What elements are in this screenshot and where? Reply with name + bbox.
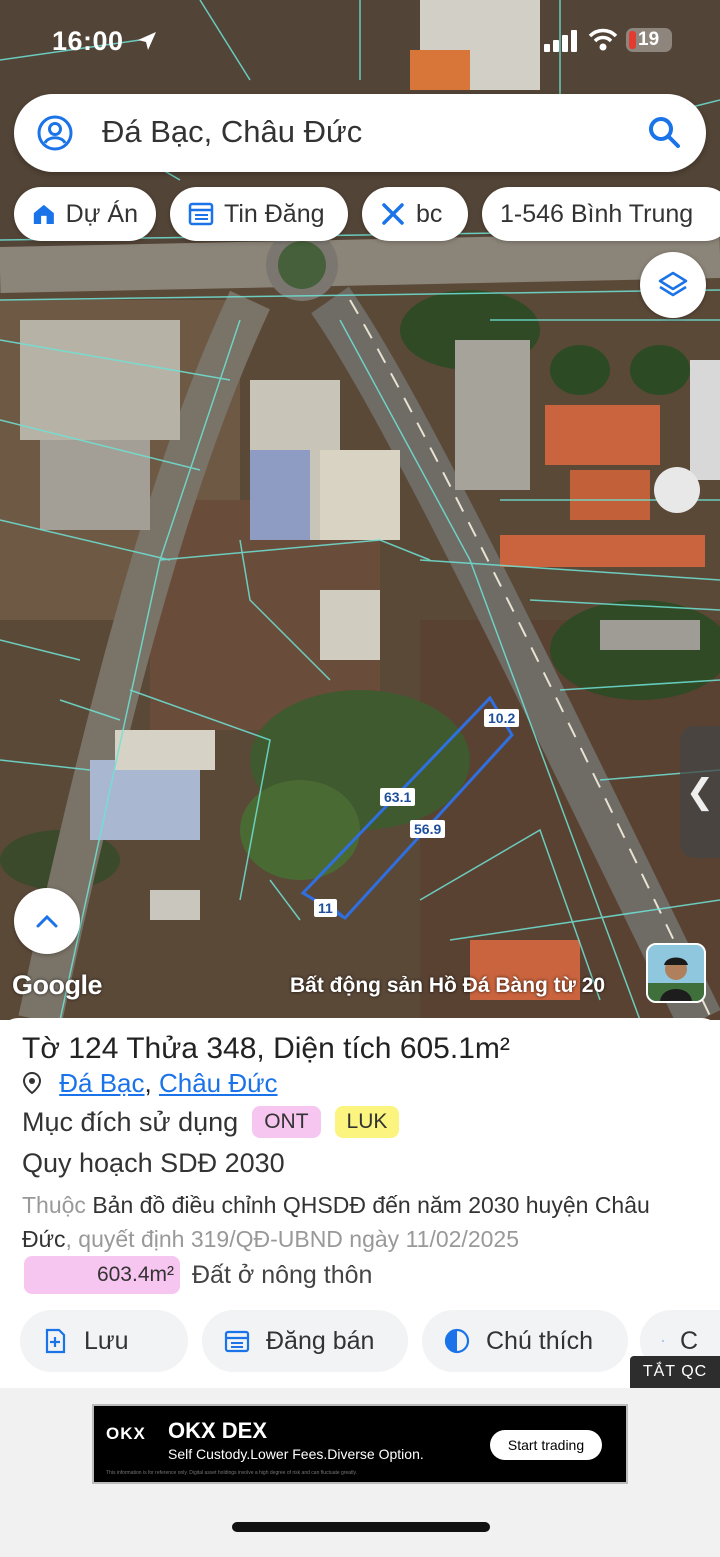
chip-label: Tin Đăng	[224, 199, 325, 228]
chip-label: Dự Án	[65, 199, 138, 228]
chip-address[interactable]: 1-546 Bình Trung	[482, 187, 720, 241]
area-label: Diện tích	[273, 1032, 392, 1065]
area-value: 605.1m²	[399, 1032, 510, 1065]
status-bar: 16:00 19	[0, 0, 720, 80]
usage-tag-ont[interactable]: ONT	[252, 1106, 321, 1138]
action-bar: Lưu Đăng bán Chú thích C	[20, 1310, 720, 1372]
filter-chips: Dự Án Tin Đăng bc 1-546 Bình Trung	[14, 187, 720, 241]
search-bar[interactable]: Đá Bạc, Châu Đức	[14, 94, 706, 172]
close-ad-button[interactable]: TẮT QC	[630, 1356, 720, 1388]
save-button[interactable]: Lưu	[20, 1310, 188, 1372]
chip-label: 1-546 Bình Trung	[500, 199, 694, 228]
chip-bc[interactable]: bc	[362, 187, 468, 241]
separator: ,	[256, 1032, 265, 1065]
plan-description: Thuộc Bản đồ điều chỉnh QHSDĐ đến năm 20…	[22, 1188, 702, 1256]
ad-banner[interactable]: OKX OKX DEX Self Custody.Lower Fees.Dive…	[92, 1404, 628, 1484]
lot-number: 348	[206, 1032, 257, 1065]
half-circle-icon	[444, 1328, 470, 1354]
legend-button[interactable]: Chú thích	[422, 1310, 628, 1372]
plan-decision: , quyết định 319/QĐ-UBND ngày 11/02/2025	[65, 1226, 519, 1252]
tools-icon	[382, 203, 404, 225]
usage-row: Mục đích sử dụng ONT LUK	[22, 1106, 400, 1138]
signal-icon	[544, 30, 577, 52]
avatar-image	[648, 945, 704, 1001]
post-sale-label: Đăng bán	[266, 1326, 375, 1355]
floating-dot-button[interactable]	[654, 467, 700, 513]
save-label: Lưu	[84, 1326, 129, 1355]
home-indicator[interactable]	[232, 1522, 490, 1532]
ad-subtitle: Self Custody.Lower Fees.Diverse Option.	[168, 1446, 424, 1462]
wifi-icon	[588, 28, 618, 51]
plan-prefix: Thuộc	[22, 1192, 86, 1218]
plan-area-row: 603.4m² Đất ở nông thôn	[24, 1256, 372, 1294]
usage-label: Mục đích sử dụng	[22, 1106, 239, 1137]
location-pin-icon	[22, 1071, 42, 1095]
battery-level: 19	[638, 29, 660, 50]
location-arrow-icon	[138, 32, 156, 50]
chip-du-an[interactable]: Dự Án	[14, 187, 156, 241]
commune-link[interactable]: Đá Bạc	[59, 1068, 144, 1098]
list-icon	[188, 202, 214, 226]
chip-label: bc	[416, 199, 443, 228]
account-icon[interactable]	[36, 114, 74, 152]
house-icon	[33, 204, 54, 225]
chevron-left-icon: ❮	[685, 773, 715, 811]
save-plus-icon	[45, 1328, 66, 1354]
chevron-up-icon	[36, 914, 58, 928]
measure-label: 63.1	[380, 788, 416, 806]
lot-label: Thửa	[126, 1032, 198, 1065]
google-attribution: Google	[12, 970, 103, 1000]
battery-indicator: 19	[626, 28, 672, 52]
parcel-location: Đá Bạc, Châu Đức	[22, 1068, 278, 1099]
map-credit: Bất động sản Hồ Đá Bàng từ 20	[290, 974, 606, 997]
ad-fine-print: This information is for reference only. …	[106, 1470, 358, 1476]
sheet-number: 124	[68, 1032, 119, 1065]
legend-label: Chú thích	[486, 1326, 594, 1355]
measure-label: 11	[314, 899, 337, 917]
status-time: 16:00	[52, 26, 124, 56]
ad-logo: OKX	[106, 1424, 146, 1443]
avatar[interactable]	[646, 943, 706, 1003]
measure-label: 56.9	[410, 820, 446, 838]
search-input[interactable]: Đá Bạc, Châu Đức	[102, 114, 362, 150]
search-icon[interactable]	[646, 114, 682, 150]
post-sale-button[interactable]: Đăng bán	[202, 1310, 408, 1372]
calendar-icon	[224, 1330, 250, 1353]
separator: ,	[144, 1068, 152, 1098]
map-view[interactable]: 10.2 63.1 56.9 11 16:00 19 Đá Bạc, Châu …	[0, 0, 720, 1020]
measure-label: 10.2	[484, 709, 520, 727]
ad-title: OKX DEX	[168, 1418, 268, 1443]
plan-area-badge: 603.4m²	[24, 1256, 180, 1294]
parcel-summary: Tờ 124 Thửa 348, Diện tích 605.1m²	[22, 1032, 510, 1066]
ad-container: OKX OKX DEX Self Custody.Lower Fees.Dive…	[0, 1388, 720, 1557]
layers-button[interactable]	[640, 252, 706, 318]
camera-label: C	[679, 1326, 698, 1355]
expand-up-button[interactable]	[14, 888, 80, 954]
district-link[interactable]: Châu Đức	[159, 1068, 278, 1098]
layers-icon	[658, 271, 688, 297]
parcel-info-panel: Tờ 124 Thửa 348, Diện tích 605.1m² Đá Bạ…	[0, 1018, 720, 1388]
side-panel-toggle[interactable]: ❮	[680, 726, 720, 858]
plan-area-type: Đất ở nông thôn	[192, 1260, 373, 1289]
chip-tin-dang[interactable]: Tin Đăng	[170, 187, 348, 241]
plan-title: Quy hoạch SDĐ 2030	[22, 1148, 285, 1178]
sheet-label: Tờ	[22, 1032, 60, 1065]
ad-cta-button[interactable]: Start trading	[490, 1430, 602, 1460]
usage-tag-luk[interactable]: LUK	[334, 1106, 400, 1138]
camera-icon	[662, 1340, 664, 1342]
